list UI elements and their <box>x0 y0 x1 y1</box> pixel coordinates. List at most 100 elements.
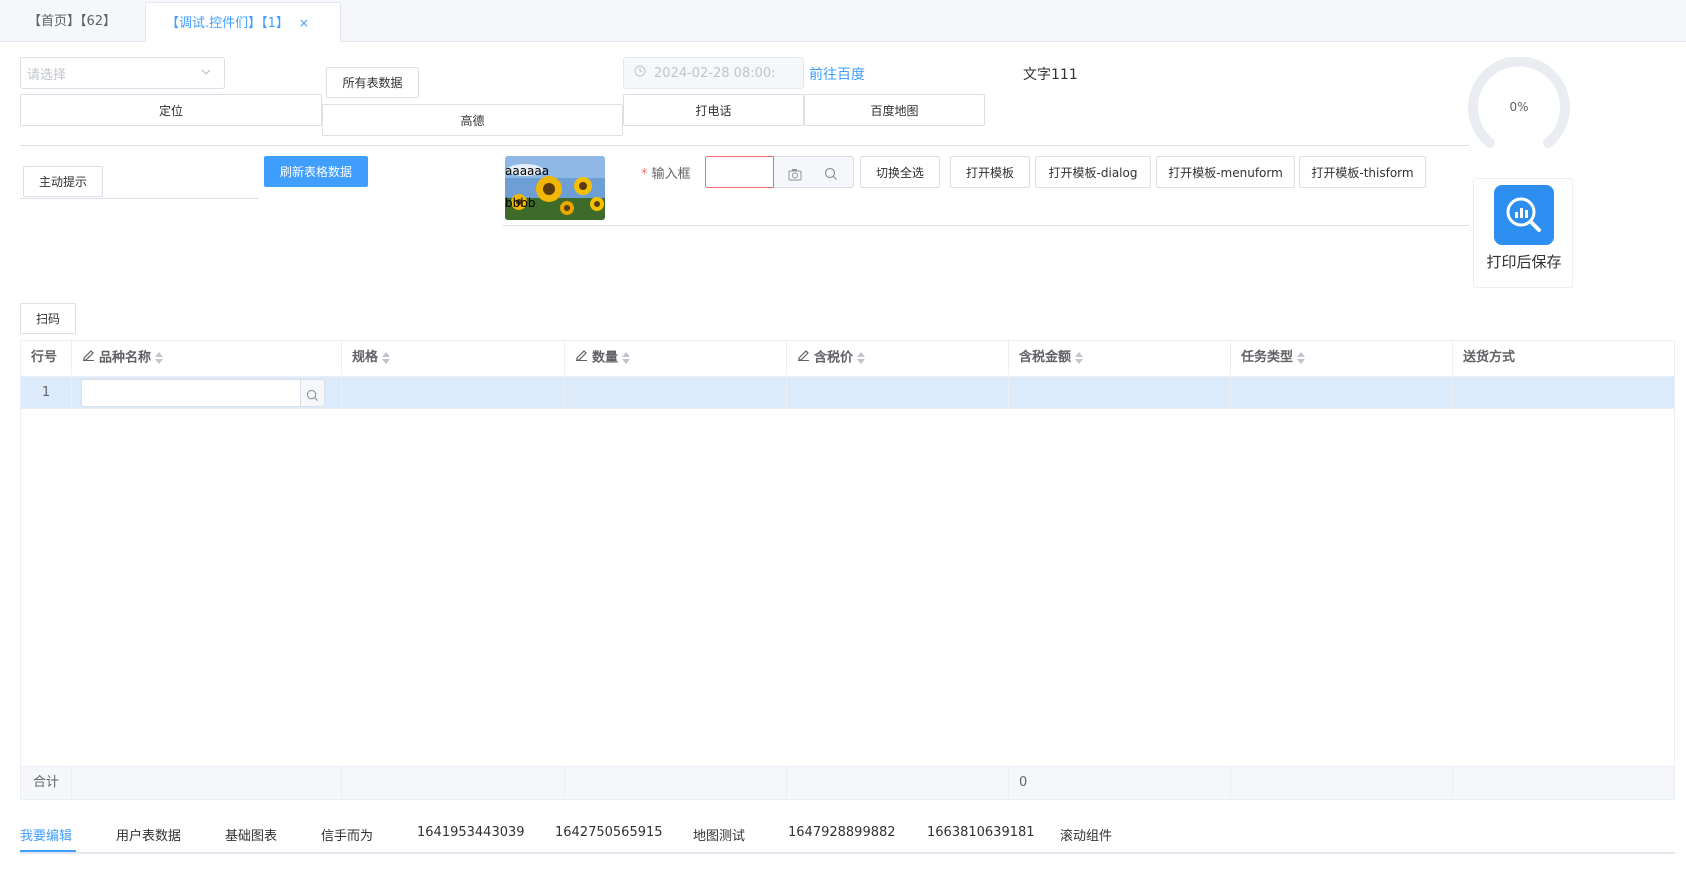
bottom-tab-1642750565915[interactable]: 1642750565915 <box>555 825 663 840</box>
table-cell[interactable] <box>342 377 565 408</box>
sort-icon[interactable] <box>622 351 632 365</box>
progress-text: 0% <box>1509 100 1529 114</box>
edit-icon <box>797 341 810 375</box>
date-value: 2024-02-28 08:00:00 <box>654 65 774 81</box>
table-cell[interactable] <box>1009 377 1231 408</box>
sort-icon[interactable] <box>1297 351 1307 365</box>
footer-cell <box>342 767 565 799</box>
col-header-delivery: 送货方式 <box>1453 341 1674 375</box>
chevron-down-icon <box>200 66 212 82</box>
data-table: 行号 品种名称 规格 数量 含税价 含税金额 任务类型 送货方式 1 合计 0 <box>20 340 1675 800</box>
sort-icon[interactable] <box>857 351 867 365</box>
col-header-label: 送货方式 <box>1463 350 1516 365</box>
col-header-label: 含税金额 <box>1019 350 1072 365</box>
divider <box>20 145 1469 146</box>
input-label: * 输入框 <box>641 163 691 182</box>
footer-amount: 0 <box>1009 767 1231 799</box>
image-caption-2: bbbb <box>505 196 536 210</box>
sort-icon[interactable] <box>155 351 165 365</box>
tab-home-label: 【首页】【62】 <box>28 14 117 29</box>
locate-button[interactable]: 定位 <box>20 94 322 126</box>
required-mark: * <box>641 167 648 182</box>
col-header-variety[interactable]: 品种名称 <box>72 341 342 375</box>
text-label: 文字111 <box>1023 67 1078 83</box>
col-header-quantity[interactable]: 数量 <box>565 341 787 375</box>
col-header-row-no: 行号 <box>21 341 72 375</box>
footer-cell <box>565 767 787 799</box>
col-header-label: 规格 <box>352 350 379 365</box>
sort-icon[interactable] <box>1075 351 1085 365</box>
bottom-tab-user-data[interactable]: 用户表数据 <box>116 825 181 844</box>
scan-button[interactable]: 扫码 <box>20 303 76 334</box>
hint-button[interactable]: 主动提示 <box>23 166 103 197</box>
table-cell[interactable] <box>1231 377 1453 408</box>
bottom-tab-1663810639181[interactable]: 1663810639181 <box>927 825 1035 840</box>
baidu-map-button[interactable]: 百度地图 <box>804 94 985 126</box>
clock-icon <box>634 65 646 81</box>
col-header-tax-amount[interactable]: 含税金额 <box>1009 341 1231 375</box>
sunflower-image: aaaaaa bbbb <box>505 156 605 220</box>
progress-ring: 0% <box>1467 56 1571 161</box>
open-template-thisform-button[interactable]: 打开模板-thisform <box>1299 156 1426 188</box>
open-template-dialog-button[interactable]: 打开模板-dialog <box>1035 156 1151 188</box>
footer-cell <box>72 767 342 799</box>
footer-label: 合计 <box>21 767 72 799</box>
divider <box>20 198 259 199</box>
select-placeholder: 请选择 <box>27 67 67 83</box>
refresh-table-button[interactable]: 刷新表格数据 <box>264 156 368 187</box>
table-cell[interactable] <box>565 377 787 408</box>
col-header-label: 数量 <box>592 350 619 366</box>
gaode-button[interactable]: 高德 <box>322 104 623 136</box>
table-cell[interactable] <box>787 377 1009 408</box>
open-template-menuform-button[interactable]: 打开模板-menuform <box>1156 156 1295 188</box>
col-header-label: 任务类型 <box>1241 350 1294 365</box>
sort-icon[interactable] <box>382 351 392 365</box>
search-chart-icon <box>1494 185 1554 245</box>
input-label-text: 输入框 <box>651 167 691 182</box>
variety-input[interactable] <box>81 379 301 407</box>
col-header-label: 行号 <box>31 350 58 365</box>
table-footer: 合计 0 <box>21 766 1674 799</box>
print-save-label: 打印后保存 <box>1486 253 1562 271</box>
variety-search-button[interactable] <box>301 379 325 407</box>
tab-debug-controls[interactable]: 【调试.控件们】【1】 × <box>145 2 341 42</box>
print-save-card[interactable]: 打印后保存 <box>1473 178 1573 288</box>
toggle-all-button[interactable]: 切换全选 <box>860 156 940 188</box>
camera-icon[interactable] <box>788 166 802 185</box>
tabs-divider <box>20 852 1675 854</box>
close-icon[interactable]: × <box>299 16 309 30</box>
col-header-label: 品种名称 <box>99 350 152 366</box>
call-button[interactable]: 打电话 <box>623 94 804 126</box>
edit-icon <box>82 341 95 375</box>
bottom-tab-freehand[interactable]: 信手而为 <box>321 825 373 844</box>
image-caption-1: aaaaaa <box>505 164 550 178</box>
footer-cell <box>787 767 1009 799</box>
baidu-link[interactable]: 前往百度 <box>809 64 865 84</box>
col-header-tax-price[interactable]: 含税价 <box>787 341 1009 375</box>
tab-home[interactable]: 【首页】【62】 <box>8 2 136 42</box>
input-box[interactable] <box>705 156 774 188</box>
select-field[interactable]: 请选择 <box>20 57 225 89</box>
col-header-label: 含税价 <box>814 350 854 366</box>
tab-debug-label: 【调试.控件们】【1】 <box>166 16 289 31</box>
bottom-tab-basic-charts[interactable]: 基础图表 <box>225 825 277 844</box>
date-picker[interactable]: 2024-02-28 08:00:00 <box>623 57 804 89</box>
search-icon[interactable] <box>824 166 838 185</box>
table-row[interactable]: 1 <box>21 376 1674 409</box>
footer-cell <box>1231 767 1453 799</box>
edit-icon <box>575 341 588 375</box>
bottom-tab-scroll-component[interactable]: 滚动组件 <box>1060 825 1112 844</box>
open-template-button[interactable]: 打开模板 <box>950 156 1030 188</box>
search-icon <box>306 387 319 406</box>
bottom-tab-edit[interactable]: 我要编辑 <box>20 825 72 844</box>
bottom-tab-1641953443039[interactable]: 1641953443039 <box>417 825 525 840</box>
row-number: 1 <box>21 377 72 408</box>
input-append <box>774 156 854 188</box>
col-header-task-type[interactable]: 任务类型 <box>1231 341 1453 375</box>
divider <box>503 225 1469 226</box>
all-table-data-button[interactable]: 所有表数据 <box>326 67 419 98</box>
variety-cell <box>72 377 342 408</box>
bottom-tab-1647928899882[interactable]: 1647928899882 <box>788 825 896 840</box>
bottom-tab-map-test[interactable]: 地图测试 <box>693 825 745 844</box>
col-header-spec[interactable]: 规格 <box>342 341 565 375</box>
